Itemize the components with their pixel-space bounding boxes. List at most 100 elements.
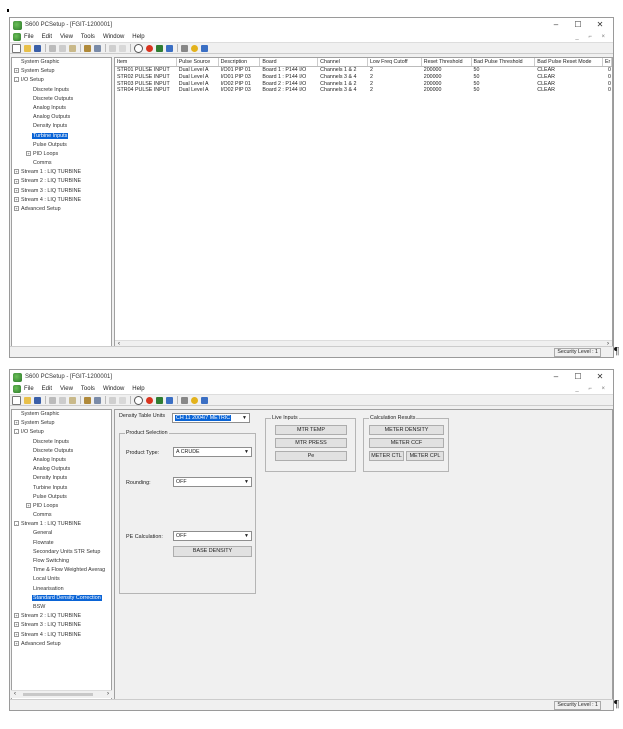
tree-item[interactable]: Turbine Inputs	[12, 484, 111, 493]
tree-item[interactable]: Pulse Outputs	[12, 141, 111, 150]
tree-item[interactable]: Turbine Inputs	[12, 132, 111, 141]
mdi-controls[interactable]: _ ⌐ ×	[575, 384, 609, 394]
navigation-tree[interactable]: System Graphic + System Setup - I/O Setup Dis…	[11, 57, 112, 349]
new-icon[interactable]	[12, 395, 21, 405]
download-icon[interactable]	[166, 396, 173, 404]
mtr-press-button[interactable]: MTR PRESS	[275, 438, 347, 448]
tree-item[interactable]: + System Setup	[12, 67, 111, 76]
tree-item[interactable]: + Stream 4 : LIQ TURBINE	[12, 196, 111, 205]
tree-item[interactable]: Analog Outputs	[12, 465, 111, 474]
expand-icon[interactable]: +	[14, 178, 19, 184]
expand-icon[interactable]: +	[14, 169, 19, 175]
meter-ctl-button[interactable]: METER CTL	[369, 451, 404, 461]
table-row[interactable]: STR04 PULSE INPUT Dual Level A I/O02 PIP 0…	[115, 87, 612, 94]
grid-column-header[interactable]: Board	[260, 58, 319, 66]
tree-item[interactable]: Local Units	[12, 575, 111, 584]
expand-icon[interactable]: +	[14, 68, 19, 74]
connect-icon[interactable]	[84, 396, 91, 404]
copy-icon[interactable]	[59, 44, 66, 52]
tree-item[interactable]: Analog Outputs	[12, 113, 111, 122]
menu-edit[interactable]: Edit	[42, 34, 52, 40]
tree-item[interactable]: - I/O Setup	[12, 76, 111, 85]
tree-item[interactable]: System Graphic	[12, 410, 111, 419]
save-icon[interactable]	[34, 396, 41, 404]
expand-icon[interactable]: +	[14, 631, 19, 637]
tree-item[interactable]: - Stream 1 : LIQ TURBINE	[12, 520, 111, 529]
cut-icon[interactable]	[49, 44, 56, 52]
grid-column-header[interactable]: Description	[219, 58, 261, 66]
tree-item[interactable]: + Stream 3 : LIQ TURBINE	[12, 621, 111, 630]
menu-file[interactable]: File	[24, 34, 34, 40]
tree-item[interactable]: Flow Switching	[12, 557, 111, 566]
download-icon[interactable]	[166, 44, 173, 52]
compare-icon[interactable]	[109, 44, 116, 52]
menu-view[interactable]: View	[60, 34, 73, 40]
menu-view[interactable]: View	[60, 386, 73, 392]
close-button[interactable]: ✕	[589, 18, 611, 32]
print-icon[interactable]	[181, 44, 188, 52]
turbine-inputs-grid[interactable]: Item Pulse Source Description Board Channel L…	[114, 57, 613, 349]
collapse-icon[interactable]: -	[14, 77, 19, 83]
tree-item[interactable]: BSW	[12, 603, 111, 612]
expand-icon[interactable]: +	[26, 150, 31, 156]
menu-help[interactable]: Help	[132, 386, 144, 392]
tree-item[interactable]: + Stream 1 : LIQ TURBINE	[12, 168, 111, 177]
paste-icon[interactable]	[69, 44, 76, 52]
upload-icon[interactable]	[156, 396, 163, 404]
grid-column-header[interactable]: Item	[115, 58, 177, 66]
expand-icon[interactable]: +	[14, 622, 19, 628]
navigation-tree[interactable]: System Graphic + System Setup - I/O Setup Dis…	[11, 409, 112, 700]
base-density-button[interactable]: BASE DENSITY	[173, 546, 252, 557]
print-icon[interactable]	[181, 396, 188, 404]
pe-calculation-select[interactable]: OFF ▼	[173, 531, 252, 541]
product-type-select[interactable]: A CRUDE ▼	[173, 447, 252, 457]
maximize-button[interactable]: ☐	[567, 18, 589, 32]
meter-ccf-button[interactable]: METER CCF	[369, 438, 444, 448]
minimize-button[interactable]: –	[545, 370, 567, 384]
mdi-controls[interactable]: _ ⌐ ×	[575, 32, 609, 42]
open-icon[interactable]	[24, 396, 31, 404]
tree-item[interactable]: Standard Density Correction	[12, 594, 111, 603]
tree-item[interactable]: - I/O Setup	[12, 428, 111, 437]
grid-column-header[interactable]: Er	[603, 58, 612, 66]
scroll-left-icon[interactable]: ‹	[14, 691, 16, 698]
tree-item[interactable]: + Stream 4 : LIQ TURBINE	[12, 631, 111, 640]
menu-help[interactable]: Help	[132, 34, 144, 40]
refresh-icon[interactable]	[134, 395, 143, 405]
stop-icon[interactable]	[146, 396, 153, 404]
tree-item[interactable]: Discrete Outputs	[12, 95, 111, 104]
expand-icon[interactable]: +	[14, 196, 19, 202]
close-button[interactable]: ✕	[589, 370, 611, 384]
upload-icon[interactable]	[156, 44, 163, 52]
tree-item[interactable]: + Stream 2 : LIQ TURBINE	[12, 177, 111, 186]
expand-icon[interactable]: +	[14, 206, 19, 212]
tree-item[interactable]: Analog Inputs	[12, 104, 111, 113]
tree-item[interactable]: System Graphic	[12, 58, 111, 67]
help-icon[interactable]	[191, 44, 198, 52]
expand-icon[interactable]: +	[14, 420, 19, 426]
tree-item[interactable]: + Stream 2 : LIQ TURBINE	[12, 612, 111, 621]
tree-horizontal-scrollbar[interactable]: ‹ ›	[11, 690, 112, 698]
cut-icon[interactable]	[49, 396, 56, 404]
tree-item[interactable]: + PID Loops	[12, 502, 111, 511]
table-row[interactable]: STR02 PULSE INPUT Dual Level A I/O01 PIP 0…	[115, 74, 612, 81]
tree-item[interactable]: Discrete Inputs	[12, 438, 111, 447]
grid-column-header[interactable]: Pulse Source	[177, 58, 219, 66]
grid-column-header[interactable]: Channel	[318, 58, 368, 66]
grid-icon[interactable]	[119, 44, 126, 52]
menu-edit[interactable]: Edit	[42, 386, 52, 392]
mtr-temp-button[interactable]: MTR TEMP	[275, 425, 347, 435]
tree-item[interactable]: Density Inputs	[12, 474, 111, 483]
tree-item[interactable]: Discrete Inputs	[12, 86, 111, 95]
paste-icon[interactable]	[69, 396, 76, 404]
tree-item[interactable]: General	[12, 529, 111, 538]
minimize-button[interactable]: –	[545, 18, 567, 32]
disconnect-icon[interactable]	[94, 396, 101, 404]
disconnect-icon[interactable]	[94, 44, 101, 52]
pe-button[interactable]: Pe	[275, 451, 347, 461]
table-row[interactable]: STR03 PULSE INPUT Dual Level A I/O02 PIP 0…	[115, 81, 612, 88]
grid-column-header[interactable]: Reset Threshold	[422, 58, 472, 66]
expand-icon[interactable]: +	[14, 187, 19, 193]
rounding-select[interactable]: OFF ▼	[173, 477, 252, 487]
pointer-help-icon[interactable]	[201, 44, 208, 52]
